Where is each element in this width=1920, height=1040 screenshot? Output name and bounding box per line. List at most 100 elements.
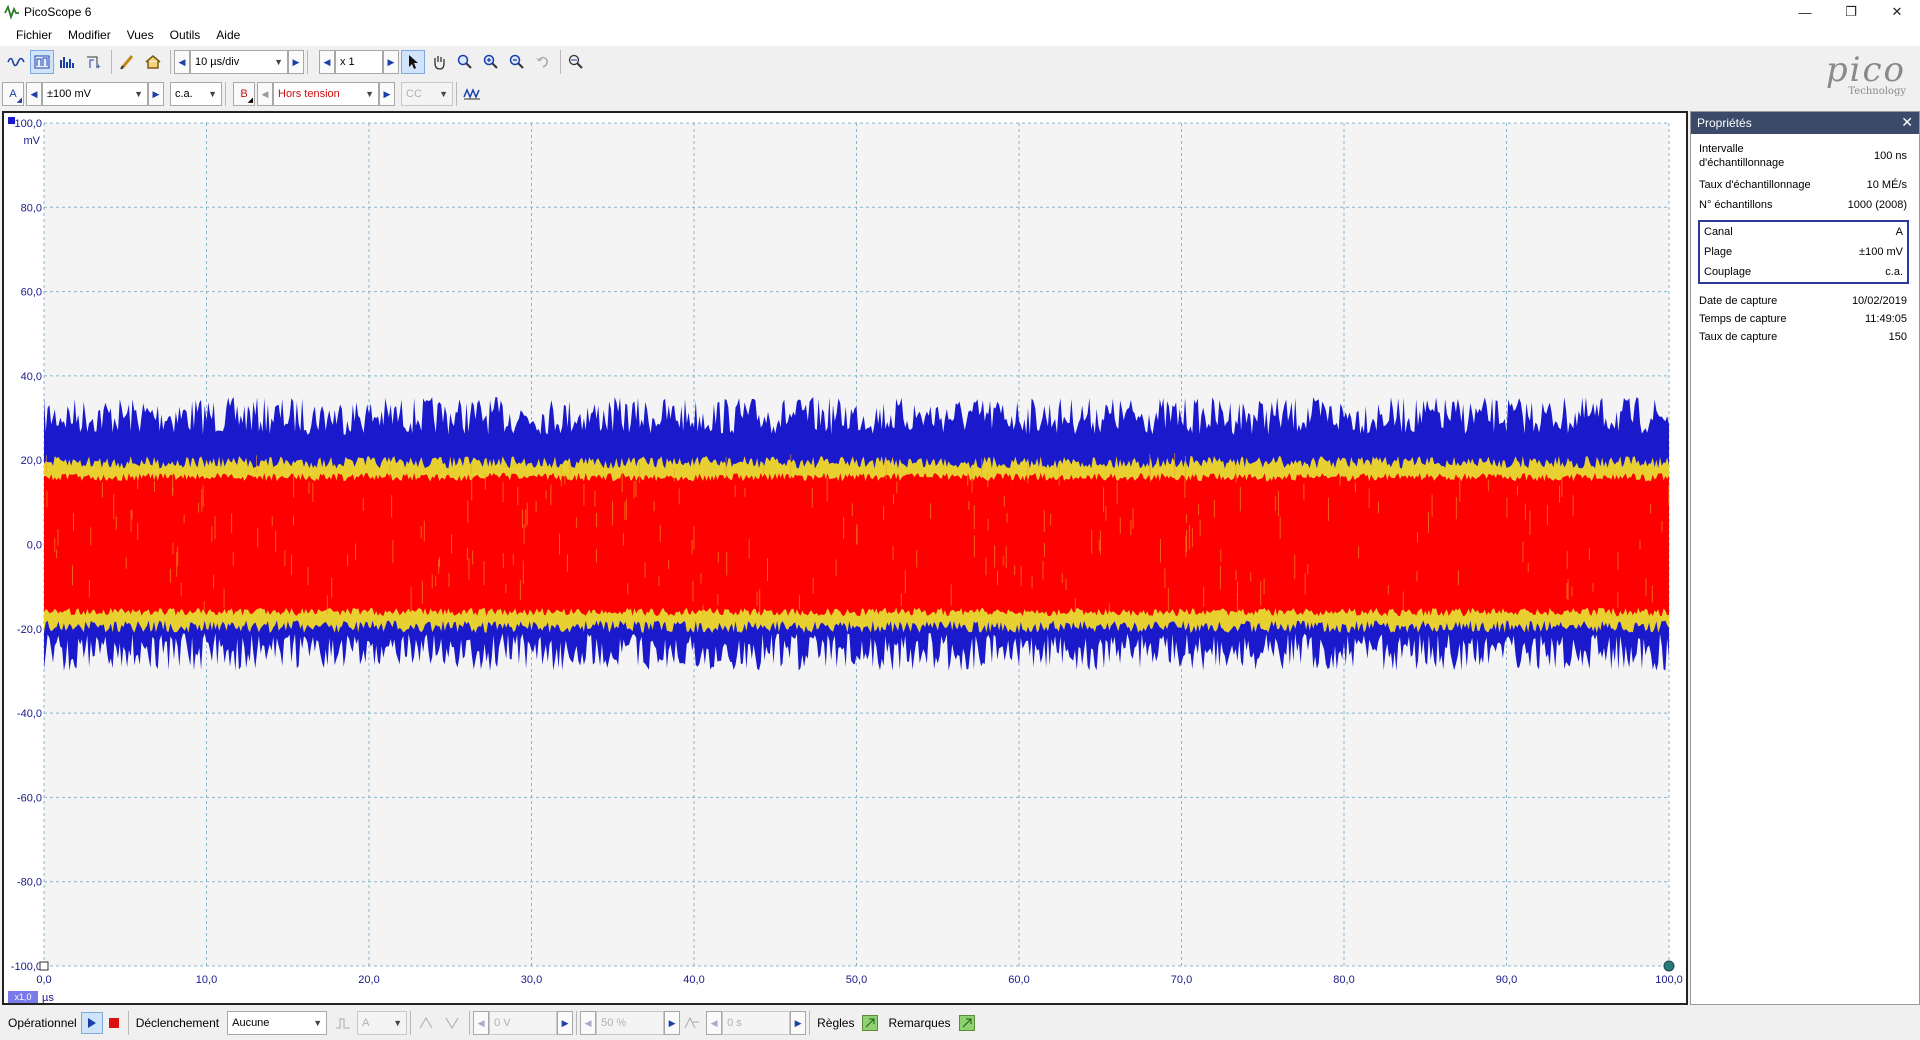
channel-a-marker: [8, 117, 15, 124]
x-tick-label: 20,0: [358, 974, 379, 986]
property-label: Taux de capture: [1699, 331, 1778, 343]
range-b-select[interactable]: Hors tension ▼: [273, 82, 379, 106]
range-b-decrease-button[interactable]: ◀: [257, 82, 273, 106]
range-a-value: ±100 mV: [47, 88, 91, 100]
menu-modifier[interactable]: Modifier: [60, 24, 119, 46]
channel-b-options-button[interactable]: B ◢: [233, 82, 255, 106]
menu-vues[interactable]: Vues: [119, 24, 162, 46]
close-icon[interactable]: ✕: [1901, 114, 1913, 131]
properties-title: Propriétés: [1697, 116, 1752, 130]
threshold-input[interactable]: 0 V: [489, 1011, 558, 1035]
signal-generator-icon[interactable]: [460, 82, 484, 106]
title-bar: PicoScope 6 — ❐ ✕: [0, 0, 1920, 24]
scope-plot[interactable]: 100,0 80,0 60,0 40,0 20,0 0,0 -20,0 -40,0 -60,0 -…: [4, 113, 1686, 1003]
timebase-decrease-button[interactable]: ◀: [174, 50, 190, 74]
timebase-select[interactable]: 10 µs/div ▼: [190, 50, 288, 74]
advanced-trigger-icon[interactable]: [331, 1011, 355, 1035]
probe-icon[interactable]: [115, 50, 139, 74]
x-unit-label: µs: [42, 992, 54, 1003]
picoscope-app-icon: [4, 4, 19, 20]
menu-outils[interactable]: Outils: [162, 24, 209, 46]
restore-button[interactable]: ❐: [1828, 0, 1874, 24]
rising-edge-icon[interactable]: [414, 1011, 438, 1035]
pretrigger-increase-button[interactable]: ▶: [664, 1011, 681, 1035]
pretrigger-decrease-button[interactable]: ◀: [580, 1011, 597, 1035]
falling-edge-icon[interactable]: [440, 1011, 464, 1035]
channel-a-label: A: [9, 88, 17, 100]
range-a-increase-button[interactable]: ▶: [148, 82, 164, 106]
property-value: 100 ns: [1873, 150, 1907, 162]
y-unit-label: mV: [24, 135, 41, 147]
property-value: ±100 mV: [1859, 246, 1903, 258]
trigger-label: Déclenchement: [135, 1016, 220, 1030]
trigger-source-select[interactable]: A ▼: [357, 1011, 408, 1035]
delay-input[interactable]: 0 s: [722, 1011, 791, 1035]
property-label: Couplage: [1704, 266, 1752, 278]
x-tick-label: 60,0: [1008, 974, 1029, 986]
stop-button[interactable]: [103, 1012, 125, 1034]
trigger-delay-icon[interactable]: [680, 1011, 704, 1035]
y-tick-label: -80,0: [17, 877, 42, 889]
range-a-decrease-button[interactable]: ◀: [26, 82, 42, 106]
threshold-increase-button[interactable]: ▶: [557, 1011, 574, 1035]
y-tick-label: 0,0: [27, 540, 42, 552]
range-b-increase-button[interactable]: ▶: [379, 82, 395, 106]
toolbar-separator: [225, 82, 226, 106]
channel-b-label: B: [240, 88, 248, 100]
x-tick-label: 10,0: [196, 974, 217, 986]
delay-decrease-button[interactable]: ◀: [706, 1011, 723, 1035]
timebase-increase-button[interactable]: ▶: [288, 50, 304, 74]
notes-expand-icon[interactable]: [958, 1015, 975, 1031]
chevron-down-icon: ▼: [365, 89, 374, 99]
scope-view[interactable]: 100,0 80,0 60,0 40,0 20,0 0,0 -20,0 -40,0 -60,0 -…: [2, 111, 1688, 1005]
pointer-tool-icon[interactable]: [401, 50, 425, 74]
undo-zoom-icon[interactable]: [531, 50, 555, 74]
threshold-value: 0 V: [494, 1017, 511, 1029]
rulers-label[interactable]: Règles: [817, 1016, 854, 1030]
range-a-select[interactable]: ±100 mV ▼: [42, 82, 148, 106]
delay-value: 0 s: [727, 1017, 742, 1029]
minimize-button[interactable]: —: [1782, 0, 1828, 24]
window-title: PicoScope 6: [24, 5, 92, 19]
rulers-expand-icon[interactable]: [862, 1015, 879, 1031]
y-tick-label: 20,0: [21, 455, 42, 467]
hand-tool-icon[interactable]: [427, 50, 451, 74]
chevron-down-icon: ▼: [439, 89, 448, 99]
property-label: Temps de capture: [1699, 313, 1787, 325]
zoom-increase-button[interactable]: ▶: [383, 50, 399, 74]
play-icon: [87, 1018, 96, 1028]
menu-aide[interactable]: Aide: [208, 24, 248, 46]
toolbar-separator: [809, 1011, 811, 1035]
home-icon[interactable]: [141, 50, 165, 74]
property-row: N° échantillons 1000 (2008): [1691, 196, 1919, 214]
start-button[interactable]: [80, 1012, 103, 1034]
delay-increase-button[interactable]: ▶: [790, 1011, 807, 1035]
zoom-in-icon[interactable]: [479, 50, 503, 74]
toolbar-separator: [111, 50, 112, 74]
threshold-decrease-button[interactable]: ◀: [473, 1011, 490, 1035]
persistence-mode-icon[interactable]: [30, 50, 54, 74]
zoom-out-icon[interactable]: [505, 50, 529, 74]
coupling-a-select[interactable]: c.a. ▼: [170, 82, 222, 106]
add-view-icon[interactable]: +: [82, 50, 106, 74]
property-label: Plage: [1704, 246, 1733, 258]
close-button[interactable]: ✕: [1874, 0, 1920, 24]
zoom-overview-icon[interactable]: [564, 50, 588, 74]
main-toolbar: + ◀ 10 µs/div ▼ ▶ ◀ x 1 ▶: [0, 48, 1920, 76]
zoom-select[interactable]: x 1: [335, 50, 383, 74]
zoom-decrease-button[interactable]: ◀: [319, 50, 335, 74]
x-tick-label: 0,0: [36, 974, 51, 986]
spectrum-mode-icon[interactable]: [56, 50, 80, 74]
scope-mode-icon[interactable]: [4, 50, 28, 74]
channel-toolbar: A ◢ ◀ ±100 mV ▼ ▶ c.a. ▼ B ◢ ◀ Hors tens…: [0, 80, 1920, 108]
channel-a-options-button[interactable]: A ◢: [2, 82, 24, 106]
y-tick-label: 80,0: [21, 202, 42, 214]
pretrigger-input[interactable]: 50 %: [596, 1011, 665, 1035]
trigger-mode-select[interactable]: Aucune ▼: [227, 1011, 328, 1035]
coupling-b-select[interactable]: CC ▼: [401, 82, 453, 106]
notes-label[interactable]: Remarques: [888, 1016, 950, 1030]
menu-fichier[interactable]: Fichier: [8, 24, 60, 46]
pretrigger-value: 50 %: [601, 1017, 627, 1029]
x-tick-label: 90,0: [1496, 974, 1517, 986]
zoom-region-icon[interactable]: [453, 50, 477, 74]
